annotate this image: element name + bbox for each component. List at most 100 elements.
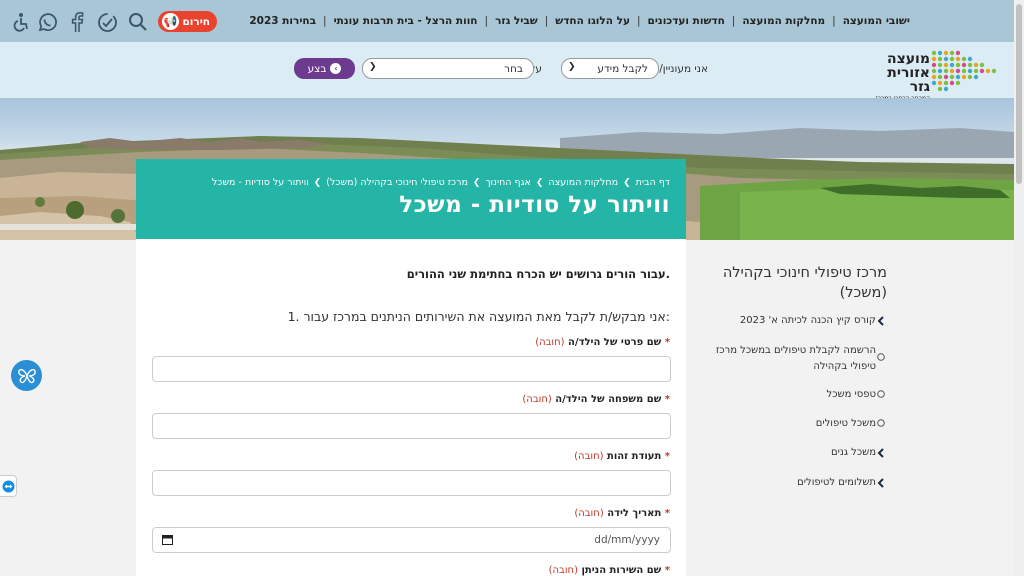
- form-panel: עבור הורים גרושים יש הכרח בחתימת שני ההו…: [136, 239, 686, 576]
- nav-item-about-logo[interactable]: על הלוגו החדש: [555, 15, 630, 27]
- chevron-left-icon: ❮: [472, 177, 481, 188]
- filter-label-interested: אני מעוניין/ת: [652, 63, 708, 75]
- breadcrumb-education[interactable]: אגף החינוך: [485, 177, 530, 188]
- accessibility-clock-icon[interactable]: [96, 11, 118, 33]
- facebook-icon[interactable]: [66, 11, 88, 33]
- breadcrumb-center[interactable]: מרכז טיפולי חינוכי בקהילה (משכל): [326, 177, 468, 188]
- first-name-field[interactable]: [152, 356, 671, 382]
- chevron-left-icon: [877, 478, 884, 488]
- required-star: *: [664, 508, 670, 519]
- nav-separator: |: [323, 15, 327, 27]
- logo-text: מועצה אזורית גזר המרחב הכפרי במרכז: [867, 52, 930, 103]
- top-navigation: ישובי המועצה | מחלקות המועצה | חדשות ועד…: [249, 0, 910, 42]
- last-name-field[interactable]: [152, 413, 671, 439]
- sidebar-item-treatments[interactable]: משכל טיפולים: [816, 416, 876, 432]
- scrollbar-thumb[interactable]: [1016, 4, 1022, 184]
- circle-bullet-icon: [877, 419, 885, 427]
- nav-item-departments[interactable]: מחלקות המועצה: [742, 15, 825, 27]
- teamviewer-icon: [2, 480, 14, 492]
- chevron-down-icon: ❯: [369, 62, 377, 72]
- birth-date-label: תאריך לידה (חובה) *: [574, 508, 670, 519]
- circle-bullet-icon: [877, 353, 885, 361]
- breadcrumb-home[interactable]: דף הבית: [636, 177, 670, 188]
- nav-separator: |: [731, 15, 736, 27]
- emergency-label: חירום: [182, 15, 210, 28]
- go-button[interactable]: בצע ‹: [294, 58, 355, 79]
- sidebar-item-registration-line2: טיפולי בקהילה: [813, 361, 876, 372]
- chevron-left-icon: ❮: [313, 177, 322, 188]
- field-label: תאריך לידה: [607, 508, 662, 519]
- required-text: (חובה): [574, 508, 604, 519]
- chevron-left-icon: [877, 316, 884, 326]
- id-number-field[interactable]: [152, 470, 671, 496]
- required-text: (חובה): [522, 394, 552, 405]
- nav-item-gezer-trail[interactable]: שביל גזר: [495, 15, 538, 27]
- birth-date-field[interactable]: dd/mm/yyyy: [152, 527, 671, 553]
- accessibility-icon[interactable]: [10, 11, 32, 33]
- page-scrollbar[interactable]: [1014, 0, 1024, 576]
- required-text: (חובה): [535, 337, 565, 348]
- chevron-left-icon: ❮: [535, 177, 544, 188]
- whatsapp-icon[interactable]: [36, 11, 58, 33]
- field-label: תעודת זהות: [607, 451, 662, 462]
- breadcrumb-current: וויתור על סודיות - משכל: [211, 177, 309, 188]
- subject-select-value: בחר: [504, 62, 523, 75]
- required-text: (חובה): [574, 451, 604, 462]
- field-label: שם השירות הניתן: [581, 565, 662, 576]
- nav-separator: |: [636, 15, 641, 27]
- required-text: (חובה): [548, 565, 578, 576]
- logo-dots-graphic: [931, 50, 997, 92]
- butterfly-icon: [17, 368, 36, 383]
- nav-item-settlements[interactable]: ישובי המועצה: [843, 15, 910, 27]
- first-name-label: שם פרטי של הילד/ה (חובה) *: [535, 337, 670, 348]
- nav-item-news[interactable]: חדשות ועדכונים: [648, 15, 725, 27]
- chevron-left-icon: [877, 448, 884, 458]
- page-title-banner: דף הבית ❮ מחלקות המועצה ❮ אגף החינוך ❮ מ…: [136, 159, 686, 239]
- sidebar-item-summer-course[interactable]: קורס קיץ הכנה לכיתה א' 2023: [740, 313, 876, 329]
- circle-bullet-icon: [877, 390, 885, 398]
- subject-select[interactable]: ❯ בחר: [362, 58, 534, 79]
- logo-line-2: אזורית גזר: [887, 65, 930, 95]
- nav-separator: |: [832, 15, 836, 27]
- last-name-label: שם משפחה של הילד/ה (חובה) *: [522, 394, 670, 405]
- question-1: 1. אני מבקש/ת לקבל מאת המועצה את השירותי…: [287, 309, 670, 324]
- logo-line-1: מועצה: [886, 51, 930, 67]
- remote-support-button[interactable]: [0, 475, 17, 497]
- field-label: שם משפחה של הילד/ה: [555, 394, 662, 405]
- header: מועצה אזורית גזר המרחב הכפרי במרכז אני מ…: [0, 42, 1014, 102]
- field-label: שם פרטי של הילד/ה: [568, 337, 662, 348]
- calendar-icon[interactable]: [162, 534, 173, 545]
- arrow-left-icon: ‹: [330, 63, 342, 74]
- chevron-down-icon: ❯: [568, 62, 576, 72]
- divorced-parents-note: עבור הורים גרושים יש הכרח בחתימת שני ההו…: [406, 267, 670, 281]
- nav-item-elections[interactable]: בחירות 2023: [249, 15, 316, 27]
- sidebar-item-registration-line1: הרשמה לקבלת טיפולים במשכל מרכז: [715, 345, 876, 356]
- go-label: בצע: [307, 62, 327, 75]
- nav-separator: |: [484, 15, 489, 27]
- required-star: *: [664, 451, 670, 462]
- council-logo[interactable]: מועצה אזורית גזר המרחב הכפרי במרכז: [867, 45, 1002, 102]
- required-star: *: [664, 337, 670, 348]
- id-number-label: תעודת זהות (חובה) *: [574, 451, 670, 462]
- emergency-button[interactable]: 📢 חירום: [158, 11, 217, 32]
- page-title: וויתור על סודיות - משכל: [399, 192, 670, 218]
- sidebar-item-forms[interactable]: טפסי משכל: [827, 387, 876, 403]
- sidebar-item-payments[interactable]: תשלומים לטיפולים: [797, 475, 876, 491]
- breadcrumb-departments[interactable]: מחלקות המועצה: [548, 177, 618, 188]
- date-placeholder: dd/mm/yyyy: [594, 534, 660, 546]
- sidebar-item-kindergartens[interactable]: משכל גנים: [831, 445, 876, 461]
- search-icon[interactable]: [127, 11, 149, 33]
- accessibility-widget-button[interactable]: [11, 360, 42, 391]
- sidebar-item-registration[interactable]: הרשמה לקבלת טיפולים במשכל מרכז טיפולי בק…: [716, 343, 876, 375]
- nav-item-herzl-farm[interactable]: חוות הרצל - בית תרבות עונתי: [334, 15, 478, 27]
- topic-select-value: לקבל מידע: [597, 62, 648, 75]
- service-name-label: שם השירות הניתן (חובה) *: [549, 565, 670, 576]
- required-star: *: [664, 394, 670, 405]
- nav-separator: |: [544, 15, 549, 27]
- topic-select[interactable]: ❯ לקבל מידע: [561, 58, 659, 79]
- top-bar: ישובי המועצה | מחלקות המועצה | חדשות ועד…: [0, 0, 1014, 42]
- megaphone-icon: 📢: [162, 13, 179, 30]
- sidebar-title: מרכז טיפולי חינוכי בקהילה (משכל): [722, 265, 887, 301]
- breadcrumb: דף הבית ❮ מחלקות המועצה ❮ אגף החינוך ❮ מ…: [212, 177, 670, 188]
- chevron-left-icon: ❮: [623, 177, 631, 188]
